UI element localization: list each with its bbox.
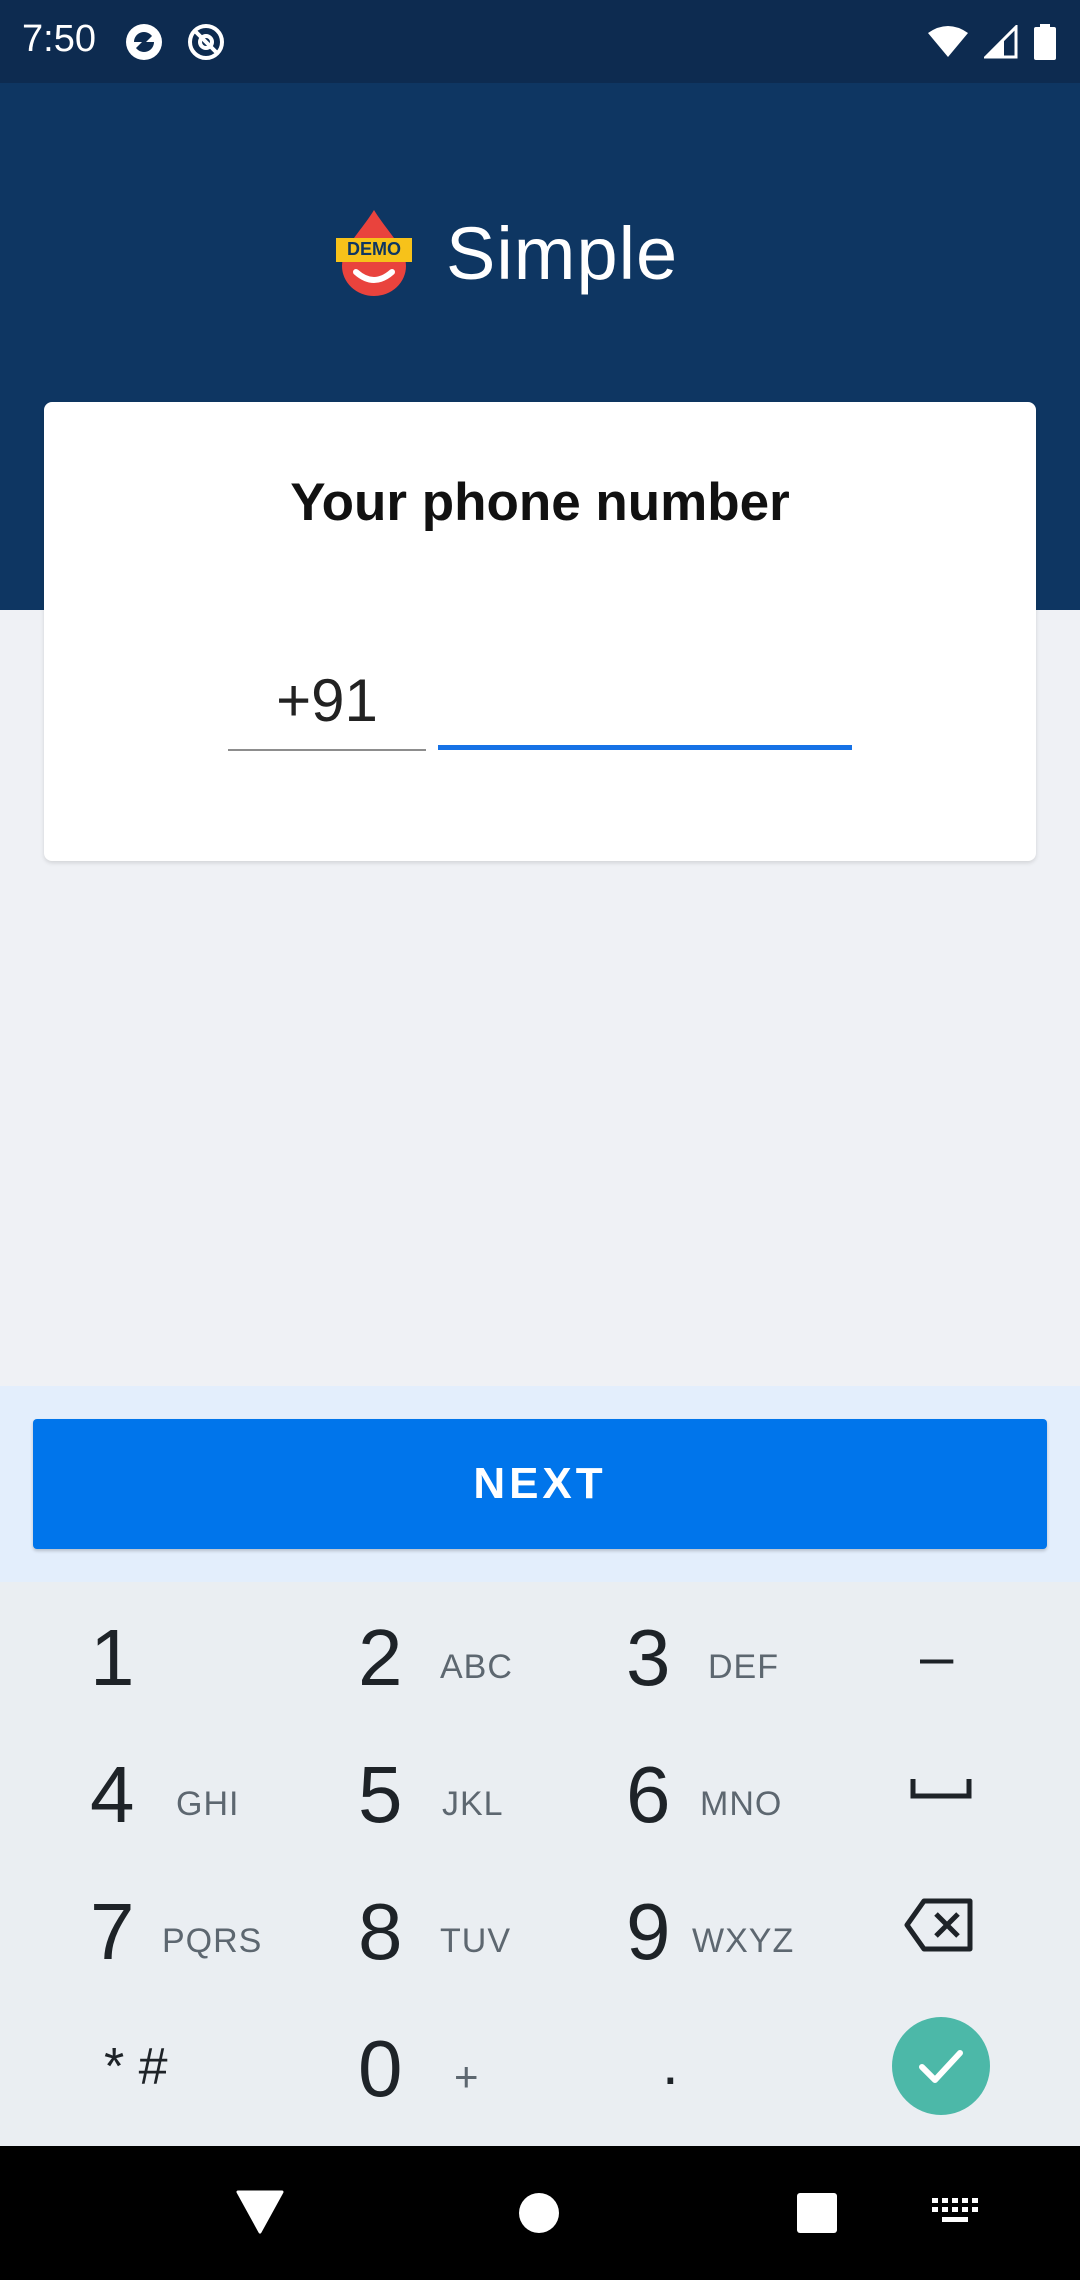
key-3[interactable]: 3 DEF — [540, 1582, 810, 1719]
key-star-hash[interactable]: * # — [0, 1993, 270, 2130]
key-digit: 3 — [626, 1613, 671, 1702]
battery-icon — [1034, 24, 1056, 60]
home-icon[interactable] — [518, 2192, 560, 2234]
key-8[interactable]: 8 TUV — [270, 1856, 540, 1993]
key-letters: + — [454, 2053, 480, 2100]
wifi-icon — [928, 26, 968, 57]
key-digit: 2 — [358, 1613, 403, 1702]
key-digit: 6 — [626, 1750, 671, 1839]
key-2[interactable]: 2 ABC — [270, 1582, 540, 1719]
signal-icon — [984, 25, 1018, 59]
key-4[interactable]: 4 GHI — [0, 1719, 270, 1856]
phone-number-card: Your phone number +91 — [44, 402, 1036, 861]
page-title: Your phone number — [290, 473, 790, 532]
space-icon — [910, 1779, 972, 1799]
status-bar: 7:50 — [0, 0, 1080, 83]
demo-badge: DEMO — [347, 239, 401, 259]
key-digit: 9 — [626, 1887, 671, 1976]
key-letters: PQRS — [162, 1922, 263, 1960]
country-code-value: +91 — [276, 667, 378, 734]
recents-icon[interactable] — [796, 2192, 838, 2234]
key-7[interactable]: 7 PQRS — [0, 1856, 270, 1993]
app-notification-icon — [126, 24, 162, 60]
next-button[interactable]: NEXT — [33, 1419, 1047, 1549]
status-time: 7:50 — [22, 18, 96, 60]
key-digit: 8 — [358, 1887, 403, 1976]
next-bar: NEXT — [0, 1386, 1080, 1582]
key-letters: TUV — [440, 1922, 511, 1960]
key-letters: WXYZ — [692, 1922, 795, 1960]
country-code-field[interactable]: +91 — [228, 646, 426, 751]
key-letters: MNO — [700, 1785, 783, 1823]
key-digit: 5 — [358, 1750, 403, 1839]
key-6[interactable]: 6 MNO — [540, 1719, 810, 1856]
backspace-icon — [904, 1898, 973, 1952]
key-dash[interactable]: – — [810, 1582, 1080, 1719]
status-icons — [928, 22, 1056, 62]
key-digit: . — [662, 2030, 679, 2097]
check-icon — [919, 2050, 963, 2083]
key-space[interactable] — [810, 1719, 1080, 1856]
keyboard-switch-icon[interactable] — [932, 2198, 978, 2228]
back-icon[interactable] — [236, 2190, 284, 2234]
system-nav-bar — [0, 2146, 1080, 2280]
key-1[interactable]: 1 — [0, 1582, 270, 1719]
key-digit: 1 — [90, 1613, 135, 1702]
done-button[interactable] — [892, 2017, 990, 2115]
key-letters: ABC — [440, 1648, 513, 1686]
key-letters: GHI — [176, 1785, 240, 1823]
key-digit: 0 — [358, 2024, 403, 2113]
key-9[interactable]: 9 WXYZ — [540, 1856, 810, 1993]
key-period[interactable]: . — [540, 1993, 810, 2130]
key-digit: 4 — [90, 1750, 135, 1839]
key-5[interactable]: 5 JKL — [270, 1719, 540, 1856]
phone-number-input[interactable] — [438, 646, 852, 750]
key-letters: DEF — [708, 1648, 779, 1686]
key-backspace[interactable] — [810, 1856, 1080, 1993]
key-digit: * # — [104, 2038, 168, 2096]
key-digit: – — [920, 1623, 954, 1690]
key-letters: JKL — [442, 1785, 504, 1823]
app-logo: DEMO — [336, 208, 412, 298]
at-sign-icon — [188, 24, 224, 60]
key-digit: 7 — [90, 1887, 135, 1976]
brand: DEMO Simple — [336, 193, 678, 313]
app-name: Simple — [446, 211, 679, 295]
key-0[interactable]: 0 + — [270, 1993, 540, 2130]
